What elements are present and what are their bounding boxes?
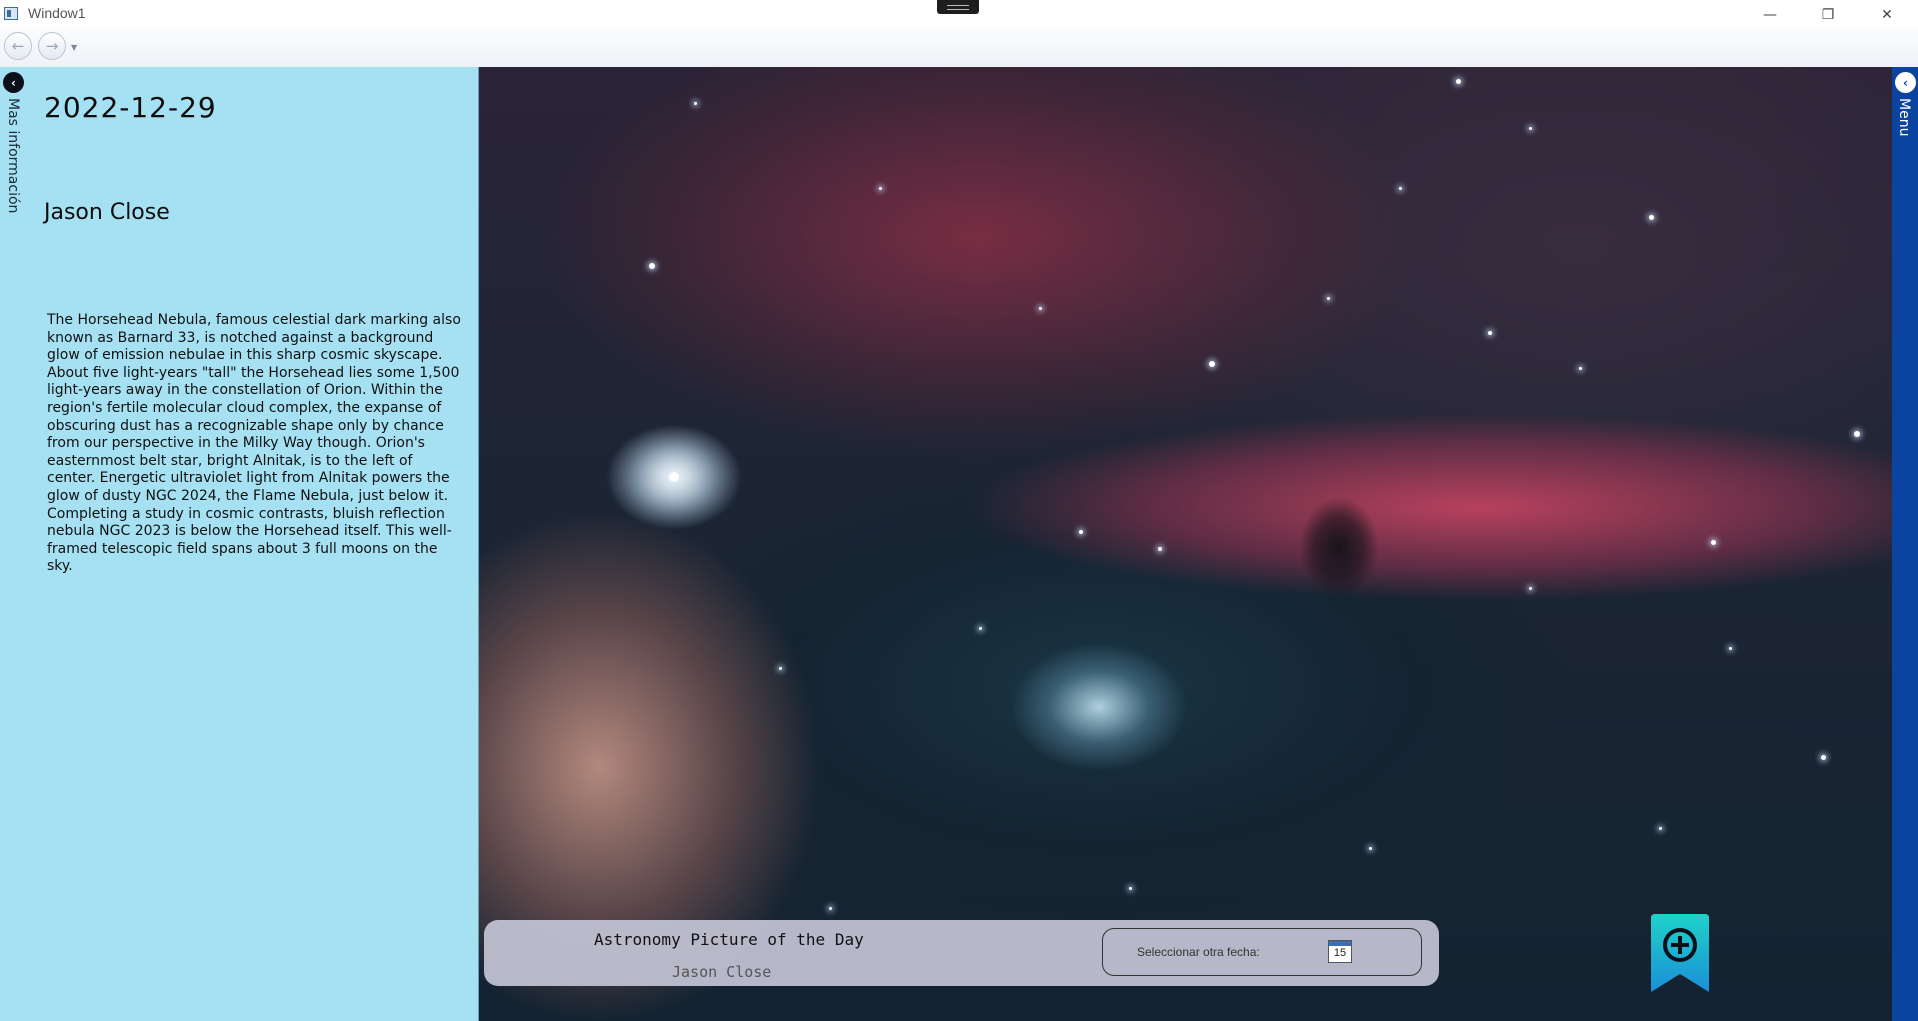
calendar-icon[interactable]: 15: [1328, 940, 1352, 963]
star: [779, 667, 782, 670]
menu-tab-label[interactable]: Menu: [1896, 98, 1912, 136]
star: [669, 472, 679, 482]
star: [1529, 587, 1532, 590]
close-button[interactable]: ✕: [1864, 0, 1910, 29]
apod-explanation: The Horsehead Nebula, famous celestial d…: [47, 312, 461, 575]
calendar-day-number: 15: [1333, 947, 1347, 959]
star: [1079, 530, 1083, 534]
star: [1209, 361, 1215, 367]
bookmark-add-icon[interactable]: [1651, 914, 1709, 992]
star: [1399, 187, 1402, 190]
star: [1327, 297, 1330, 300]
info-bar-author: Jason Close: [672, 963, 772, 981]
star: [1529, 127, 1532, 130]
navigation-bar: ← → ▼: [0, 29, 1918, 68]
star: [649, 263, 655, 269]
star: [1579, 367, 1582, 370]
date-picker[interactable]: Seleccionar otra fecha: 15: [1102, 928, 1422, 976]
app-title: Astronomy Picture of the Day: [594, 930, 864, 949]
restore-button[interactable]: ❐: [1805, 0, 1851, 29]
star: [979, 627, 982, 630]
star: [1488, 331, 1492, 335]
star: [1039, 307, 1042, 310]
date-picker-placeholder: Seleccionar otra fecha:: [1137, 945, 1260, 959]
minimize-button[interactable]: —: [1747, 0, 1793, 29]
apod-date: 2022-12-29: [44, 91, 217, 124]
forward-button[interactable]: →: [38, 32, 66, 60]
menu-side-strip: ‹ Menu: [1892, 67, 1918, 1021]
history-dropdown-icon[interactable]: ▼: [71, 43, 77, 52]
star: [879, 187, 882, 190]
star: [694, 102, 697, 105]
star: [1456, 79, 1461, 84]
star: [1711, 540, 1716, 545]
window-title: Window1: [28, 5, 86, 21]
star: [1158, 547, 1162, 551]
title-bar: Window1 — ❐ ✕: [0, 0, 1918, 29]
star: [1369, 847, 1372, 850]
star: [1821, 755, 1826, 760]
info-side-panel: ‹ Mas información 2022-12-29 Jason Close…: [0, 67, 479, 1021]
star: [1729, 647, 1732, 650]
star: [1854, 431, 1860, 437]
star: [1649, 215, 1654, 220]
back-button[interactable]: ←: [4, 32, 32, 60]
snap-layout-handle[interactable]: [937, 0, 979, 14]
app-icon: [4, 7, 18, 20]
star: [1129, 887, 1132, 890]
apod-info-bar: Astronomy Picture of the Day Jason Close…: [484, 920, 1439, 986]
nebula-background: [479, 67, 1892, 1021]
apod-image: [479, 67, 1892, 1021]
star: [1659, 827, 1662, 830]
side-panel-tab-label[interactable]: Mas información: [5, 98, 21, 213]
horsehead-silhouette: [1299, 497, 1379, 597]
apod-author: Jason Close: [44, 200, 170, 225]
star: [829, 907, 832, 910]
collapse-panel-button[interactable]: ‹: [3, 72, 24, 93]
expand-menu-button[interactable]: ‹: [1895, 72, 1916, 93]
